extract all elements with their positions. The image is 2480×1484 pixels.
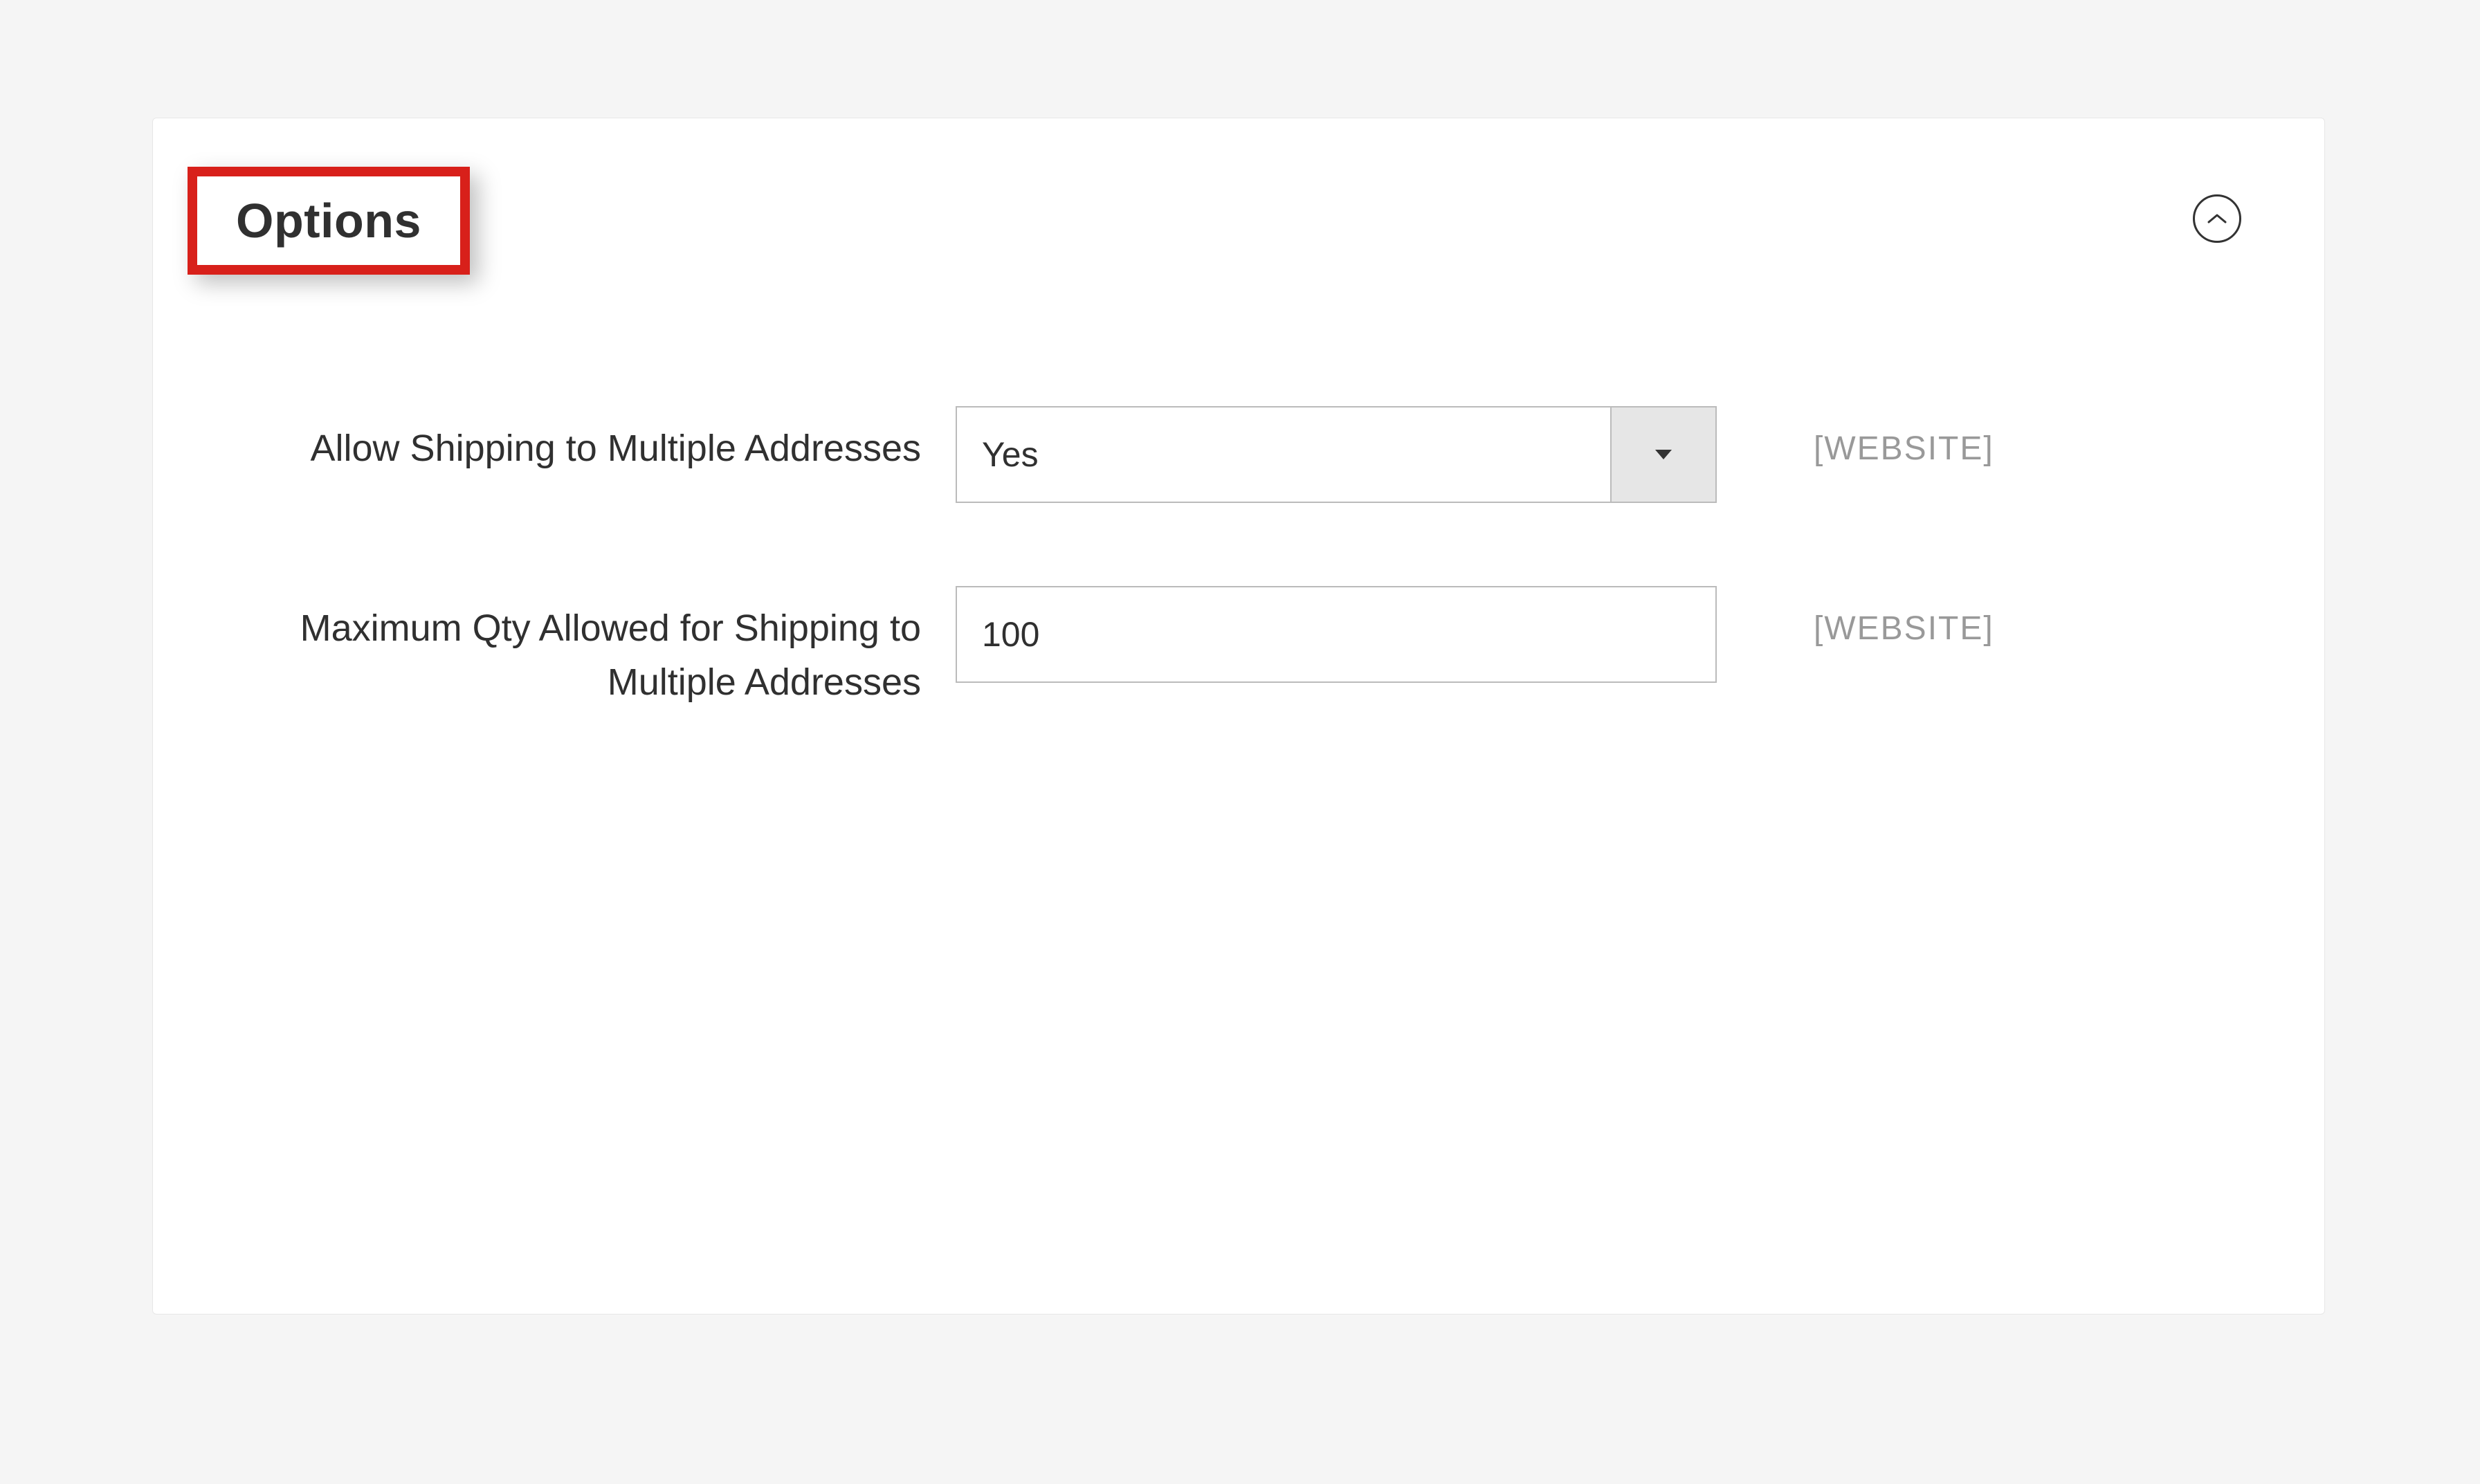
panel-title: Options bbox=[236, 194, 421, 248]
chevron-up-icon bbox=[2207, 212, 2227, 226]
form-area: Allow Shipping to Multiple Addresses Yes… bbox=[208, 406, 2255, 710]
panel-title-highlight: Options bbox=[188, 167, 470, 275]
caret-down-icon bbox=[1654, 448, 1673, 461]
select-handle bbox=[1610, 407, 1715, 502]
panel-header: Options bbox=[208, 187, 2255, 275]
input-max-qty-allowed[interactable] bbox=[956, 586, 1717, 683]
row-allow-shipping-multiple: Allow Shipping to Multiple Addresses Yes… bbox=[264, 406, 2255, 503]
select-value: Yes bbox=[957, 407, 1610, 502]
label-max-qty-allowed: Maximum Qty Allowed for Shipping to Mult… bbox=[264, 586, 956, 710]
row-max-qty-allowed: Maximum Qty Allowed for Shipping to Mult… bbox=[264, 586, 2255, 710]
scope-allow-shipping-multiple: [WEBSITE] bbox=[1717, 406, 2229, 468]
options-panel: Options Allow Shipping to Multiple Addre… bbox=[152, 118, 2325, 1314]
label-allow-shipping-multiple: Allow Shipping to Multiple Addresses bbox=[264, 406, 956, 475]
scope-max-qty-allowed: [WEBSITE] bbox=[1717, 586, 2229, 648]
select-allow-shipping-multiple[interactable]: Yes bbox=[956, 406, 1717, 503]
collapse-toggle[interactable] bbox=[2193, 194, 2241, 243]
